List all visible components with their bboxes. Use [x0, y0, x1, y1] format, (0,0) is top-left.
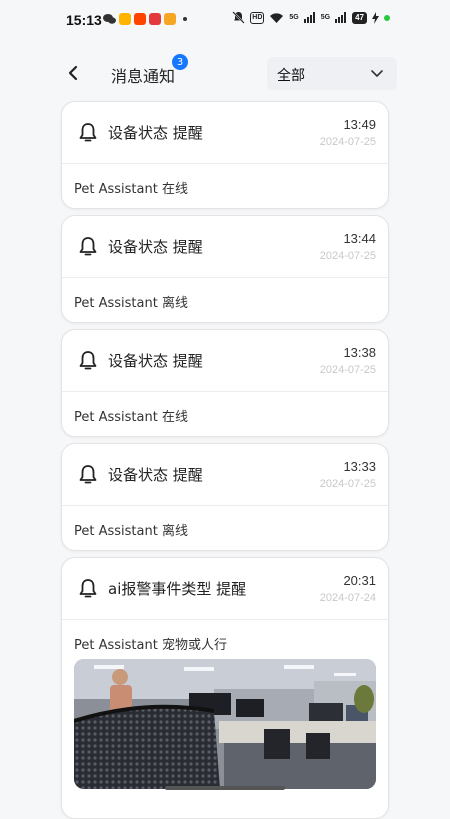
notification-date: 2024-07-25: [319, 250, 376, 262]
camera-snapshot: [74, 659, 376, 789]
chevron-left-icon: [68, 65, 78, 81]
notification-card[interactable]: 设备状态 提醒 13:49 2024-07-25 Pet Assistant 在…: [61, 101, 389, 209]
notification-header: 设备状态 提醒 13:49 2024-07-25: [62, 102, 388, 164]
wechat-icon: [103, 14, 116, 24]
notification-title: 设备状态 提醒: [108, 238, 203, 256]
notification-title: 设备状态 提醒: [108, 124, 203, 142]
status-bar: 15:13 HD 5G 5G 47: [0, 0, 450, 40]
notification-date: 2024-07-24: [319, 592, 376, 604]
notification-date: 2024-07-25: [319, 364, 376, 376]
notification-body: Pet Assistant 离线: [74, 296, 188, 311]
jd-icon: [149, 13, 161, 25]
hd-voice-icon: HD: [250, 11, 265, 24]
signal-icon-1: [303, 12, 315, 23]
signal-icon-2: [335, 12, 347, 23]
network-type-2: 5G: [320, 14, 331, 21]
back-button[interactable]: [60, 60, 86, 86]
notification-header: 设备状态 提醒 13:38 2024-07-25: [62, 330, 388, 392]
filter-dropdown[interactable]: 全部: [267, 57, 397, 90]
filter-selected-value: 全部: [277, 68, 305, 84]
status-app-icons: [103, 13, 187, 25]
status-dot: [384, 14, 390, 21]
chevron-down-icon: [371, 70, 383, 77]
notification-card[interactable]: ai报警事件类型 提醒 20:31 2024-07-24 Pet Assista…: [61, 557, 389, 819]
notification-title: 设备状态 提醒: [108, 466, 203, 484]
notification-title: 设备状态 提醒: [108, 352, 203, 370]
notification-card[interactable]: 设备状态 提醒 13:38 2024-07-25 Pet Assistant 在…: [61, 329, 389, 437]
bell-icon: [79, 465, 97, 484]
charging-icon: [372, 11, 379, 24]
notification-title: ai报警事件类型 提醒: [108, 580, 247, 598]
notification-header: ai报警事件类型 提醒 20:31 2024-07-24: [62, 558, 388, 620]
notification-time: 13:49: [343, 117, 376, 132]
status-time: 15:13: [66, 12, 102, 28]
page-header: 消息通知 3 全部: [0, 48, 450, 98]
shopping-app-icon: [119, 13, 131, 25]
notification-time: 13:38: [343, 345, 376, 360]
battery-level: 47: [352, 11, 367, 24]
unread-badge: 3: [172, 54, 188, 70]
notification-time: 13:44: [343, 231, 376, 246]
bell-icon: [79, 123, 97, 142]
notification-header: 设备状态 提醒 13:33 2024-07-25: [62, 444, 388, 506]
page-title: 消息通知: [111, 67, 176, 86]
news-app-icon: [164, 13, 176, 25]
notification-card[interactable]: 设备状态 提醒 13:33 2024-07-25 Pet Assistant 离…: [61, 443, 389, 551]
notification-header: 设备状态 提醒 13:44 2024-07-25: [62, 216, 388, 278]
mute-icon: [232, 11, 245, 24]
event-snapshot-image[interactable]: [74, 659, 376, 789]
status-indicators: HD 5G 5G 47: [232, 11, 390, 24]
notification-body: Pet Assistant 在线: [74, 410, 188, 425]
notification-date: 2024-07-25: [319, 478, 376, 490]
wifi-icon: [270, 12, 284, 23]
notification-card[interactable]: 设备状态 提醒 13:44 2024-07-25 Pet Assistant 离…: [61, 215, 389, 323]
bell-icon: [79, 579, 97, 598]
more-notifications-dot: [183, 17, 187, 21]
network-type-1: 5G: [289, 14, 299, 21]
notification-body: Pet Assistant 在线: [74, 182, 188, 197]
notification-body: Pet Assistant 宠物或人行: [74, 638, 227, 653]
home-indicator[interactable]: [165, 786, 285, 790]
notification-date: 2024-07-25: [319, 136, 376, 148]
notification-time: 13:33: [343, 459, 376, 474]
notification-body: Pet Assistant 离线: [74, 524, 188, 539]
bell-icon: [79, 237, 97, 256]
bell-icon: [79, 351, 97, 370]
notification-time: 20:31: [343, 573, 376, 588]
taobao-icon: [134, 13, 146, 25]
